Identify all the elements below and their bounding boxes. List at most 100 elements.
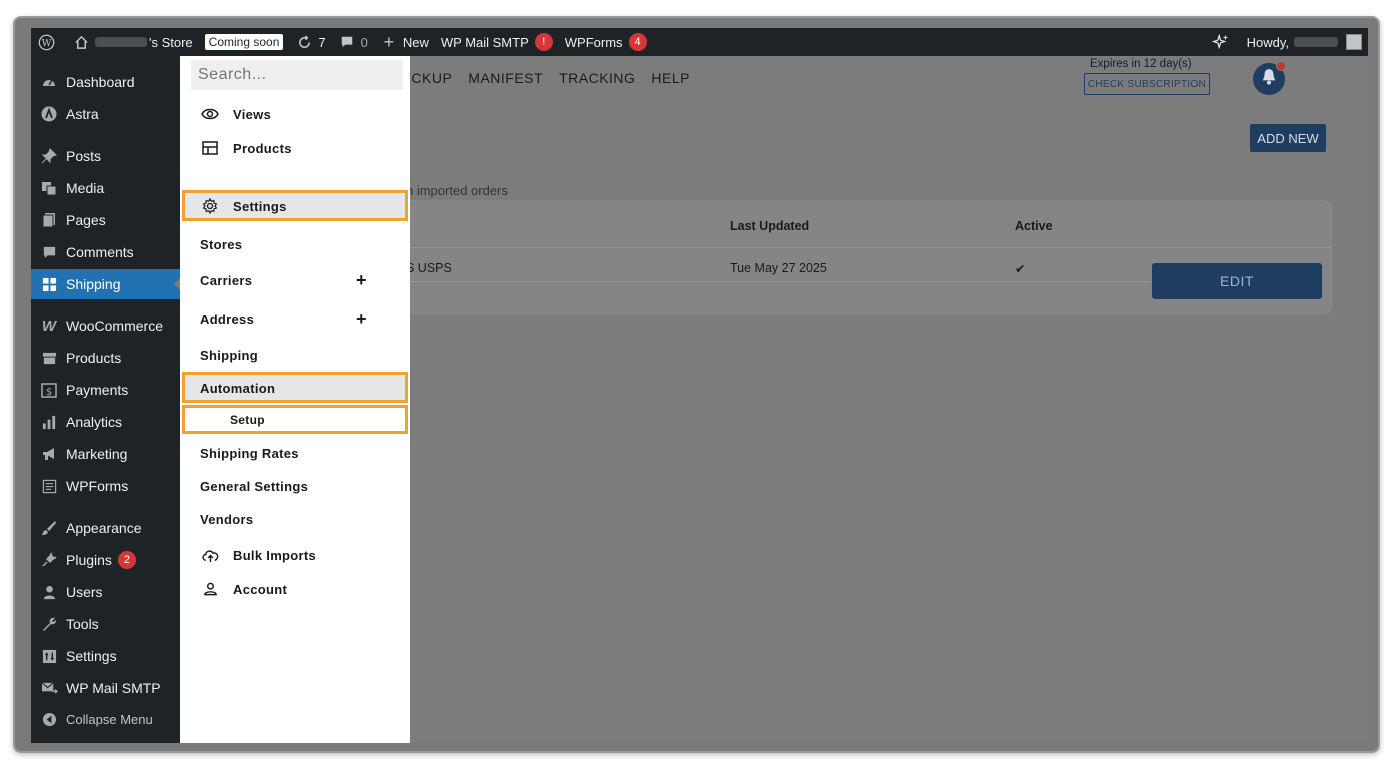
menu-item-address[interactable]: Address + bbox=[180, 304, 410, 334]
nav-help[interactable]: HELP bbox=[651, 70, 690, 86]
menu-item-products[interactable]: Products bbox=[180, 133, 410, 163]
nav-tracking[interactable]: TRACKING bbox=[559, 70, 635, 86]
howdy-label: Howdy, bbox=[1246, 34, 1289, 50]
sidebar-item-payments[interactable]: $ Payments bbox=[31, 375, 180, 405]
sidebar-item-dashboard[interactable]: Dashboard bbox=[31, 67, 180, 97]
wrench-icon bbox=[39, 614, 59, 634]
wpforms-badge: 4 bbox=[628, 33, 647, 51]
megaphone-icon bbox=[39, 444, 59, 464]
subscription-expiry-text: Expires in 12 day(s) bbox=[1090, 58, 1192, 70]
woo-icon: W bbox=[41, 317, 57, 335]
menu-item-account[interactable]: Account bbox=[180, 574, 410, 604]
site-name-menu[interactable]: 's Store bbox=[66, 28, 199, 56]
ai-assistant-button[interactable] bbox=[1206, 28, 1241, 56]
cell-active-checkmark: ✔ bbox=[1015, 262, 1026, 276]
sidebar-item-settings[interactable]: Settings bbox=[31, 641, 180, 671]
imported-orders-note: n imported orders bbox=[406, 183, 508, 198]
menu-item-shipping-rates[interactable]: Shipping Rates bbox=[180, 438, 410, 468]
sidebar-item-marketing[interactable]: Marketing bbox=[31, 439, 180, 469]
sidebar-collapse-menu[interactable]: Collapse Menu bbox=[31, 704, 180, 734]
pin-icon bbox=[39, 146, 59, 166]
wordpress-logo-menu[interactable]: W bbox=[31, 28, 66, 56]
add-new-button[interactable]: ADD NEW bbox=[1250, 124, 1326, 152]
sidebar-item-wp-mail-smtp[interactable]: WP Mail SMTP bbox=[31, 673, 180, 703]
pages-icon bbox=[39, 210, 59, 230]
eye-icon bbox=[200, 104, 220, 124]
sidebar-item-woocommerce[interactable]: W WooCommerce bbox=[31, 311, 180, 341]
browser-viewport: W 's Store Coming soon 7 0 + New WP Mail… bbox=[31, 28, 1368, 743]
menu-item-views[interactable]: Views bbox=[180, 99, 410, 129]
sidebar-item-appearance[interactable]: Appearance bbox=[31, 513, 180, 543]
menu-search-input[interactable] bbox=[191, 60, 403, 90]
sidebar-item-shipping[interactable]: Shipping bbox=[31, 269, 181, 299]
sidebar-item-media[interactable]: Media bbox=[31, 173, 180, 203]
sidebar-item-tools[interactable]: Tools bbox=[31, 609, 180, 639]
comments-count: 0 bbox=[360, 34, 368, 50]
sidebar-item-plugins[interactable]: Plugins 2 bbox=[31, 545, 180, 575]
sidebar-item-pages[interactable]: Pages bbox=[31, 205, 180, 235]
bell-icon bbox=[1260, 68, 1278, 91]
sidebar-item-analytics[interactable]: Analytics bbox=[31, 407, 180, 437]
updates-menu[interactable]: 7 bbox=[289, 28, 331, 56]
menu-item-bulk-imports[interactable]: Bulk Imports bbox=[180, 540, 410, 570]
form-icon bbox=[39, 476, 59, 496]
coming-soon-badge[interactable]: Coming soon bbox=[199, 28, 290, 56]
plus-icon: + bbox=[383, 31, 395, 52]
edit-button[interactable]: EDIT bbox=[1152, 263, 1322, 299]
sparkle-icon bbox=[1211, 33, 1230, 51]
comment-icon bbox=[39, 242, 59, 262]
comments-menu[interactable]: 0 bbox=[332, 28, 374, 56]
dashboard-icon bbox=[39, 72, 59, 92]
expand-address-plus-icon[interactable]: + bbox=[356, 309, 367, 330]
avatar bbox=[1346, 34, 1362, 50]
comment-bubble-icon bbox=[338, 33, 356, 51]
menu-item-shipping[interactable]: Shipping bbox=[180, 340, 410, 370]
menu-item-automation[interactable]: Automation bbox=[180, 373, 410, 403]
menu-item-carriers[interactable]: Carriers + bbox=[180, 265, 410, 295]
sidebar-item-astra[interactable]: Astra bbox=[31, 99, 180, 129]
astra-icon bbox=[39, 104, 59, 124]
wpforms-label: WPForms bbox=[564, 34, 623, 50]
column-header-active: Active bbox=[1015, 219, 1053, 233]
check-subscription-button[interactable]: CHECK SUBSCRIPTION bbox=[1084, 73, 1210, 95]
notification-dot bbox=[1276, 61, 1286, 71]
settings-icon bbox=[39, 646, 59, 666]
wpforms-menu[interactable]: WPForms 4 bbox=[559, 28, 653, 56]
screenshot-frame: W 's Store Coming soon 7 0 + New WP Mail… bbox=[13, 16, 1380, 753]
brush-icon bbox=[39, 518, 59, 538]
wp-mail-smtp-menu[interactable]: WP Mail SMTP ! bbox=[435, 28, 559, 56]
table-divider bbox=[401, 247, 1331, 248]
shipping-menu-panel: Views Products Settings Stores Carriers … bbox=[180, 56, 410, 743]
sidebar-item-products[interactable]: Products bbox=[31, 343, 180, 373]
wordpress-icon: W bbox=[37, 33, 55, 51]
sidebar-item-wpforms[interactable]: WPForms bbox=[31, 471, 180, 501]
table-row-divider bbox=[401, 281, 1151, 282]
sidebar-item-comments[interactable]: Comments bbox=[31, 237, 180, 267]
nav-manifest[interactable]: MANIFEST bbox=[468, 70, 543, 86]
plugins-badge: 2 bbox=[117, 551, 136, 569]
account-icon bbox=[200, 579, 220, 599]
bar-chart-icon bbox=[39, 412, 59, 432]
cell-carrier: S USPS bbox=[406, 261, 452, 275]
new-content-menu[interactable]: + New bbox=[374, 28, 435, 56]
my-account-menu[interactable]: Howdy, bbox=[1241, 28, 1368, 56]
svg-text:$: $ bbox=[46, 387, 52, 398]
admin-sidebar: Dashboard Astra Posts Media Pages Commen… bbox=[31, 56, 181, 743]
svg-text:W: W bbox=[41, 37, 51, 48]
menu-item-setup[interactable]: Setup bbox=[180, 405, 410, 435]
menu-item-stores[interactable]: Stores bbox=[180, 229, 410, 259]
dollar-icon: $ bbox=[39, 380, 59, 400]
cloud-upload-icon bbox=[200, 545, 220, 565]
menu-item-general-settings[interactable]: General Settings bbox=[180, 471, 410, 501]
sidebar-item-posts[interactable]: Posts bbox=[31, 141, 180, 171]
menu-item-settings[interactable]: Settings bbox=[180, 191, 410, 221]
wp-mail-smtp-alert-badge: ! bbox=[534, 33, 553, 51]
collapse-icon bbox=[39, 709, 59, 729]
blurred-username bbox=[1294, 37, 1338, 47]
expand-carriers-plus-icon[interactable]: + bbox=[356, 270, 367, 291]
menu-item-vendors[interactable]: Vendors bbox=[180, 504, 410, 534]
site-name-suffix: 's Store bbox=[149, 34, 193, 50]
nav-pickup[interactable]: ICKUP bbox=[407, 70, 452, 86]
sidebar-item-users[interactable]: Users bbox=[31, 577, 180, 607]
home-icon bbox=[72, 33, 90, 51]
